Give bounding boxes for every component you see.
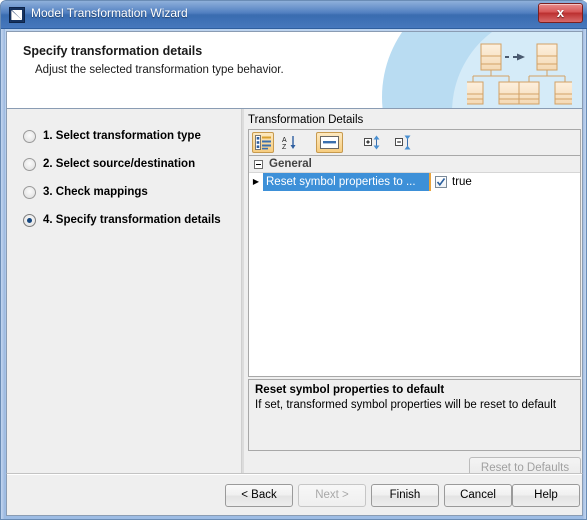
step-label-1: 1. Select transformation type <box>43 130 201 142</box>
footer-separator <box>7 474 582 475</box>
table-row[interactable]: ▶ Reset symbol properties to ... true <box>249 173 580 191</box>
app-logo-icon <box>9 7 25 23</box>
step-radio-2[interactable] <box>23 157 36 171</box>
sidebar-item-specify-transformation-details[interactable]: 4. Specify transformation details <box>23 211 221 229</box>
panel-divider <box>241 109 244 473</box>
transformation-details-panel: Transformation Details A Z General ▶ Res… <box>245 109 584 479</box>
show-description-icon[interactable] <box>316 132 343 153</box>
sidebar-item-select-source-destination[interactable]: 2. Select source/destination <box>23 155 195 173</box>
description-text: If set, transformed symbol properties wi… <box>255 399 557 411</box>
svg-text:A: A <box>282 137 287 144</box>
wizard-step-list: 1. Select transformation type 2. Select … <box>7 109 239 473</box>
page-subtitle: Adjust the selected transformation type … <box>35 64 284 76</box>
step-label-2: 2. Select source/destination <box>43 158 196 170</box>
window-frame-left <box>1 29 5 519</box>
step-radio-3[interactable] <box>23 185 36 199</box>
window-title: Model Transformation Wizard <box>31 6 188 20</box>
svg-text:Z: Z <box>282 144 287 150</box>
property-name-cell[interactable]: Reset symbol properties to ... <box>263 173 431 191</box>
next-button: Next > <box>298 484 366 507</box>
finish-button[interactable]: Finish <box>371 484 439 507</box>
title-bar: Model Transformation Wizard x <box>1 1 587 29</box>
step-radio-1[interactable] <box>23 129 36 143</box>
details-panel-title: Transformation Details <box>248 114 364 126</box>
close-icon: x <box>556 5 565 20</box>
categorized-view-icon[interactable] <box>252 132 274 153</box>
model-transformation-diagram-icon <box>462 36 576 106</box>
wizard-window: Model Transformation Wizard x Specify tr… <box>0 0 587 520</box>
wizard-header: Specify transformation details Adjust th… <box>6 31 583 109</box>
step-label-4: 4. Specify transformation details <box>43 214 221 226</box>
row-expander-icon[interactable]: ▶ <box>249 173 263 191</box>
step-radio-4[interactable] <box>23 213 36 227</box>
expand-all-icon[interactable] <box>363 132 385 153</box>
collapse-all-icon[interactable] <box>394 132 416 153</box>
group-collapse-icon[interactable] <box>254 159 263 169</box>
property-description-box: Reset symbol properties to default If se… <box>248 379 581 451</box>
property-value-text: true <box>452 176 472 188</box>
property-group-general[interactable]: General <box>249 156 580 173</box>
property-grid[interactable]: General ▶ Reset symbol properties to ...… <box>248 155 581 377</box>
description-title: Reset symbol properties to default <box>255 384 445 396</box>
back-button[interactable]: < Back <box>225 484 293 507</box>
sidebar-item-check-mappings[interactable]: 3. Check mappings <box>23 183 148 201</box>
group-label: General <box>269 158 312 170</box>
property-value-cell[interactable]: true <box>431 173 580 191</box>
alphabetic-sort-icon[interactable]: A Z <box>279 132 301 153</box>
close-button[interactable]: x <box>538 3 583 23</box>
step-label-3: 3. Check mappings <box>43 186 148 198</box>
wizard-footer: < Back Next > Finish Cancel Help <box>6 473 583 516</box>
property-checkbox[interactable] <box>435 176 447 188</box>
sidebar-item-select-transformation-type[interactable]: 1. Select transformation type <box>23 127 201 145</box>
cancel-button[interactable]: Cancel <box>444 484 512 507</box>
wizard-body: 1. Select transformation type 2. Select … <box>6 109 584 479</box>
details-toolbar: A Z <box>248 129 581 155</box>
help-button[interactable]: Help <box>512 484 580 507</box>
page-title: Specify transformation details <box>23 44 203 58</box>
